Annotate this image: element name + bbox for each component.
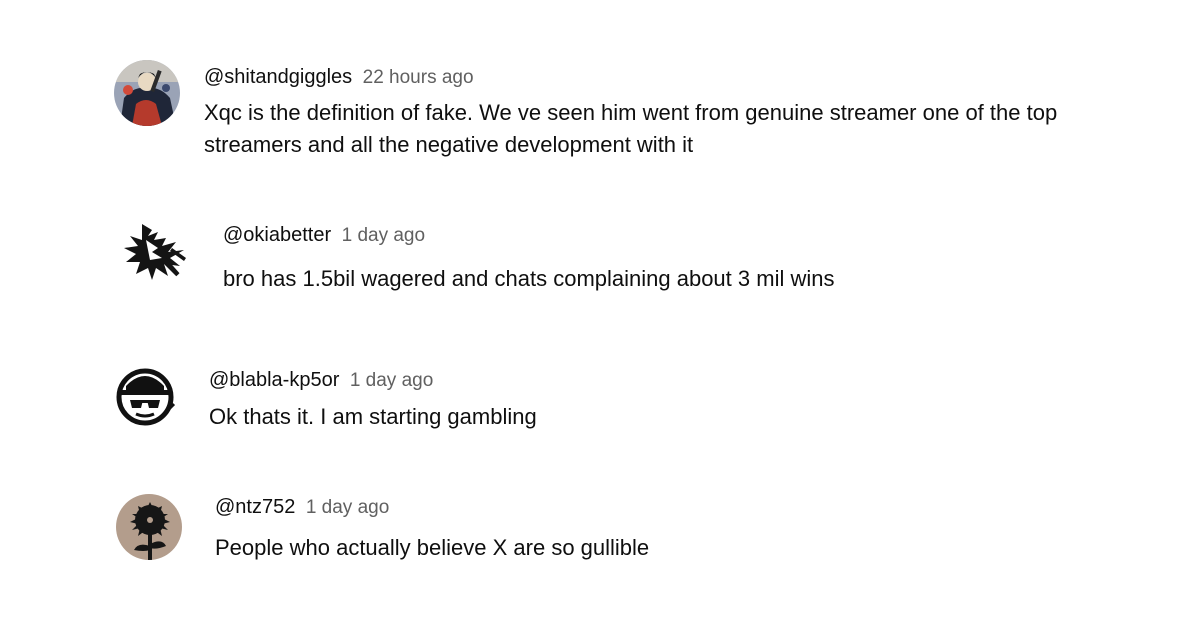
comment-text: bro has 1.5bil wagered and chats complai… [223,266,835,291]
commenter-avatar[interactable] [112,362,178,428]
comment-text: Ok thats it. I am starting gambling [209,404,537,429]
hat-sunglasses-face-avatar-icon [112,362,178,428]
comment-author-handle[interactable]: @okiabetter [223,224,331,246]
comment-header: @okiabetter 1 day ago [223,225,425,245]
comment-header: @blabla-kp5or 1 day ago [209,370,433,390]
comment-author-handle[interactable]: @blabla-kp5or [209,369,339,391]
comment-header: @ntz752 1 day ago [215,497,389,517]
comment-timestamp[interactable]: 1 day ago [350,370,433,391]
comment-timestamp[interactable]: 22 hours ago [363,67,474,88]
comment-text: People who actually believe X are so gul… [215,535,650,560]
comment-timestamp[interactable]: 1 day ago [342,225,425,246]
comment-text: Xqc is the definition of fake. We ve see… [204,100,1058,157]
comment-author-handle[interactable]: @shitandgiggles [204,66,352,88]
dark-flower-silhouette-avatar-icon [116,494,182,560]
commenter-avatar[interactable] [114,60,180,126]
samurai-painting-avatar-icon [114,60,180,126]
commenter-avatar[interactable] [122,218,188,284]
comment-header: @shitandgiggles 22 hours ago [204,67,474,87]
comment-timestamp[interactable]: 1 day ago [306,497,389,518]
commenter-avatar[interactable] [116,494,182,560]
black-ink-splash-avatar-icon [122,218,188,284]
comment-author-handle[interactable]: @ntz752 [215,496,295,518]
